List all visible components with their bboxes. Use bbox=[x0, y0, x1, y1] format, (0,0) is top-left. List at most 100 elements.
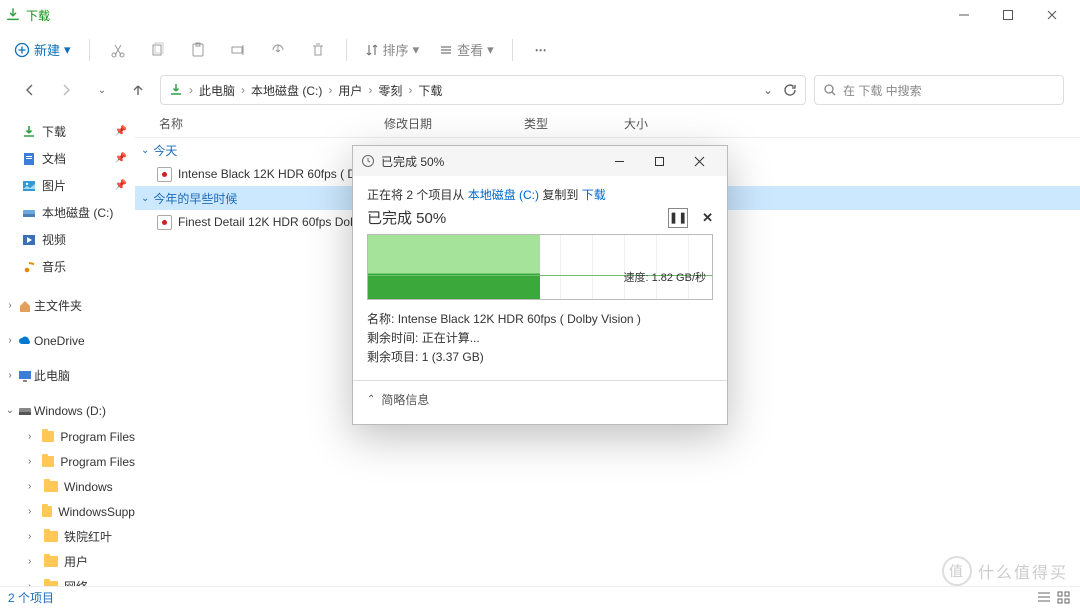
forward-button[interactable] bbox=[52, 76, 80, 104]
cancel-button[interactable]: ✕ bbox=[702, 210, 713, 226]
pin-icon: 📌 bbox=[115, 153, 127, 164]
dialog-close-button[interactable] bbox=[679, 146, 719, 176]
remain-items: 1 (3.37 GB) bbox=[422, 350, 484, 364]
up-button[interactable] bbox=[124, 76, 152, 104]
search-placeholder: 在 下载 中搜索 bbox=[843, 82, 922, 99]
breadcrumb-sep: › bbox=[189, 83, 193, 97]
breadcrumb-seg[interactable]: 此电脑 bbox=[199, 82, 235, 99]
sidebar-item-documents[interactable]: 文档 📌 bbox=[0, 145, 135, 172]
status-bar: 2 个项目 bbox=[0, 586, 1080, 608]
sort-label: 排序 bbox=[383, 40, 409, 59]
download-icon bbox=[169, 83, 183, 97]
folder-icon bbox=[44, 581, 58, 586]
separator bbox=[89, 39, 90, 61]
search-box[interactable]: 在 下载 中搜索 bbox=[814, 75, 1064, 105]
view-button[interactable]: 查看 ▾ bbox=[431, 36, 502, 63]
remain-time: 正在计算... bbox=[422, 331, 480, 345]
col-size[interactable]: 大小 bbox=[624, 115, 704, 132]
chevron-down-icon: ▾ bbox=[413, 42, 420, 58]
sidebar-item-label: 铁院红叶 bbox=[64, 528, 112, 545]
breadcrumb-seg[interactable]: 本地磁盘 (C:) bbox=[251, 82, 322, 99]
col-name[interactable]: 名称 bbox=[159, 115, 384, 132]
sidebar-item-drive-d[interactable]: ⌄Windows (D:) bbox=[0, 397, 135, 424]
chevron-down-icon[interactable]: ⌄ bbox=[763, 83, 773, 97]
dialog-title: 已完成 50% bbox=[381, 153, 444, 170]
copy-button[interactable] bbox=[140, 34, 176, 66]
dst-link[interactable]: 下载 bbox=[582, 188, 606, 202]
chevron-down-icon: ⌄ bbox=[141, 193, 149, 204]
pause-button[interactable]: ❚❚ bbox=[668, 208, 688, 228]
dialog-info: 名称: Intense Black 12K HDR 60fps ( Dolby … bbox=[367, 310, 713, 368]
breadcrumb-seg[interactable]: 下载 bbox=[418, 82, 442, 99]
refresh-button[interactable] bbox=[783, 83, 797, 97]
folder-icon bbox=[42, 506, 53, 517]
sidebar-item-label: 文档 bbox=[42, 150, 66, 167]
folder-icon bbox=[42, 431, 54, 442]
sidebar-item-thispc[interactable]: ›此电脑 bbox=[0, 362, 135, 389]
sidebar-item-pictures[interactable]: 图片📌 bbox=[0, 172, 135, 199]
column-headers[interactable]: 名称 修改日期 类型 大小 bbox=[135, 110, 1080, 138]
sidebar: 下载 📌 文档 📌 图片📌 本地磁盘 (C:) 视频 音乐 ›主文件夹 ›OneDr… bbox=[0, 110, 135, 586]
new-button[interactable]: 新建 ▾ bbox=[6, 36, 79, 63]
delete-button[interactable] bbox=[300, 34, 336, 66]
sidebar-subfolder[interactable]: ›WindowsSupp bbox=[0, 499, 135, 524]
separator bbox=[512, 39, 513, 61]
sidebar-subfolder[interactable]: ›网络 bbox=[0, 574, 135, 586]
toggle-details-label: 简略信息 bbox=[381, 391, 429, 408]
dialog-minimize-button[interactable] bbox=[599, 146, 639, 176]
copy-dialog: 已完成 50% 正在将 2 个项目从 本地磁盘 (C:) 复制到 下载 已完成 … bbox=[352, 145, 728, 425]
sidebar-subfolder[interactable]: ›铁院红叶 bbox=[0, 524, 135, 549]
rename-button[interactable] bbox=[220, 34, 256, 66]
dialog-maximize-button[interactable] bbox=[639, 146, 679, 176]
file-name: Finest Detail 12K HDR 60fps Dolby Vi bbox=[178, 215, 379, 229]
sidebar-item-label: 下载 bbox=[42, 123, 66, 140]
breadcrumb-sep: › bbox=[408, 83, 412, 97]
title-bar: 下载 bbox=[0, 0, 1080, 30]
sidebar-subfolder[interactable]: ›Windows bbox=[0, 474, 135, 499]
breadcrumb-seg[interactable]: 零刻 bbox=[378, 82, 402, 99]
details-view-button[interactable] bbox=[1036, 590, 1052, 606]
view-toggles bbox=[1036, 590, 1072, 606]
speed-graph: 速度: 1.82 GB/秒 bbox=[367, 234, 713, 300]
col-type[interactable]: 类型 bbox=[524, 115, 624, 132]
sidebar-item-drive-c[interactable]: 本地磁盘 (C:) bbox=[0, 199, 135, 226]
sidebar-item-label: 此电脑 bbox=[34, 367, 70, 384]
maximize-button[interactable] bbox=[986, 0, 1030, 30]
icons-view-button[interactable] bbox=[1056, 590, 1072, 606]
search-icon bbox=[823, 83, 837, 97]
folder-icon bbox=[42, 456, 54, 467]
paste-button[interactable] bbox=[180, 34, 216, 66]
toggle-details-button[interactable]: ⌃ 简略信息 bbox=[367, 381, 713, 408]
src-link[interactable]: 本地磁盘 (C:) bbox=[468, 188, 539, 202]
new-label: 新建 bbox=[34, 40, 60, 59]
sidebar-item-videos[interactable]: 视频 bbox=[0, 226, 135, 253]
dialog-body: 正在将 2 个项目从 本地磁盘 (C:) 复制到 下载 已完成 50% ❚❚ ✕… bbox=[353, 176, 727, 424]
back-button[interactable] bbox=[16, 76, 44, 104]
address-bar[interactable]: › 此电脑 › 本地磁盘 (C:) › 用户 › 零刻 › 下载 ⌄ bbox=[160, 75, 806, 105]
breadcrumb-seg[interactable]: 用户 bbox=[338, 82, 362, 99]
sidebar-item-music[interactable]: 音乐 bbox=[0, 253, 135, 280]
chevron-down-icon: ⌄ bbox=[141, 145, 149, 156]
minimize-button[interactable] bbox=[942, 0, 986, 30]
col-date[interactable]: 修改日期 bbox=[384, 115, 524, 132]
folder-icon bbox=[44, 531, 58, 542]
more-button[interactable]: ⋯ bbox=[523, 34, 559, 66]
sidebar-subfolder[interactable]: ›Program Files bbox=[0, 449, 135, 474]
sidebar-item-label: OneDrive bbox=[34, 334, 85, 348]
sort-button[interactable]: 排序 ▾ bbox=[357, 36, 428, 63]
file-icon bbox=[157, 167, 172, 182]
sidebar-item-onedrive[interactable]: ›OneDrive bbox=[0, 327, 135, 354]
share-button[interactable] bbox=[260, 34, 296, 66]
sidebar-subfolder[interactable]: ›Program Files bbox=[0, 424, 135, 449]
view-label: 查看 bbox=[457, 40, 483, 59]
cut-button[interactable] bbox=[100, 34, 136, 66]
sidebar-item-home[interactable]: ›主文件夹 bbox=[0, 292, 135, 319]
separator bbox=[346, 39, 347, 61]
file-icon bbox=[157, 215, 172, 230]
pin-icon: 📌 bbox=[115, 126, 127, 137]
close-button[interactable] bbox=[1030, 0, 1074, 30]
sidebar-item-label: Program Files bbox=[60, 455, 135, 469]
recent-button[interactable]: ⌄ bbox=[88, 76, 116, 104]
sidebar-subfolder[interactable]: ›用户 bbox=[0, 549, 135, 574]
sidebar-item-downloads[interactable]: 下载 📌 bbox=[0, 118, 135, 145]
